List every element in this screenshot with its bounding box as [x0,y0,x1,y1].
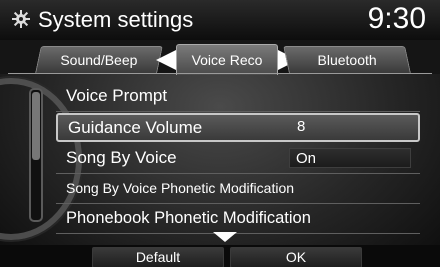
settings-list: Voice Prompt Guidance Volume 8 Song By V… [56,82,420,234]
list-item-label: Song By Voice [66,148,177,167]
page-title: System settings [38,7,194,32]
list-item-phonebook-phonetic[interactable]: Phonebook Phonetic Modification [56,204,420,234]
ok-button[interactable]: OK [230,247,362,267]
tab-left-arrow-icon[interactable] [156,50,176,70]
tab-sound-beep-label: Sound/Beep [60,52,138,68]
scroll-down-arrow-icon[interactable] [213,232,237,242]
tab-sound-beep[interactable]: Sound/Beep [35,46,163,73]
scroll-thumb[interactable] [32,92,40,160]
gear-icon [12,10,30,28]
list-item-label: Guidance Volume [68,118,203,137]
scrollbar[interactable] [29,88,43,222]
list-item-value: 8 [297,118,306,135]
list-item-value: On [289,148,411,168]
tab-bluetooth-label: Bluetooth [317,52,377,68]
default-button[interactable]: Default [92,247,224,267]
list-item-label: Song By Voice Phonetic Modification [66,180,295,196]
list-item-song-by-voice[interactable]: Song By Voice On [56,144,420,174]
clock: 9:30 [367,2,426,35]
tab-divider [8,73,432,74]
list-item-label: Phonebook Phonetic Modification [66,209,311,227]
tab-voice-reco-label: Voice Reco [191,52,263,68]
bottom-bar: Default OK [0,245,440,267]
tab-bluetooth[interactable]: Bluetooth [283,46,411,73]
list-item-label: Voice Prompt [66,86,168,105]
list-item-guidance-volume[interactable]: Guidance Volume 8 [56,113,420,142]
list-item-voice-prompt[interactable]: Voice Prompt [56,82,420,112]
title-bar: System settings 9:30 [0,0,440,41]
tab-bar: Sound/Beep Voice Reco Bluetooth [0,40,440,75]
tab-voice-reco[interactable]: Voice Reco [176,44,278,75]
screen: System settings 9:30 Sound/Beep Voice Re… [0,0,440,267]
list-item-song-by-voice-phonetic[interactable]: Song By Voice Phonetic Modification [56,174,420,204]
